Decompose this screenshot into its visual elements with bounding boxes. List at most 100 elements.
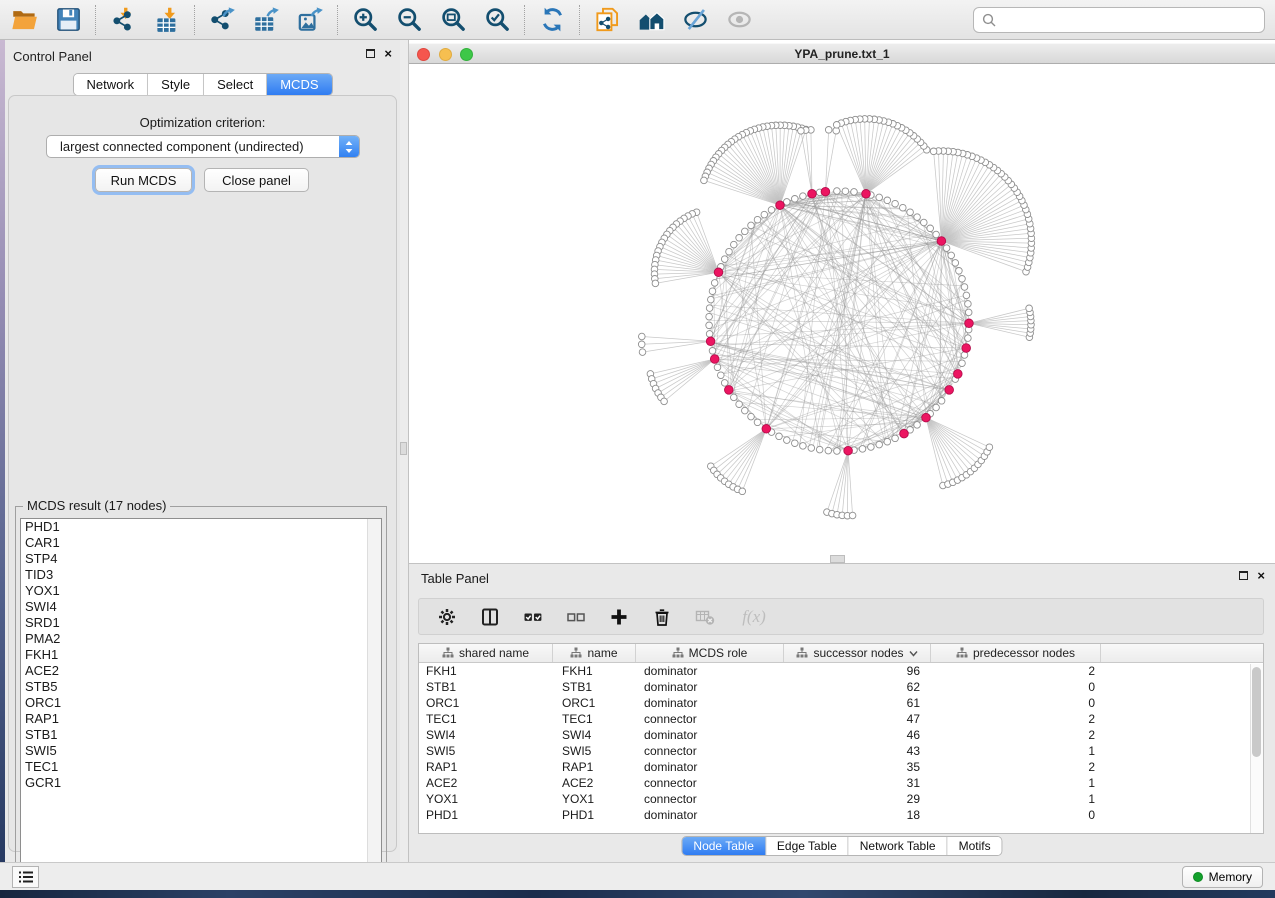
table-cell[interactable]: SWI5 [553, 744, 636, 758]
graph-node[interactable] [834, 448, 841, 455]
table-row[interactable]: ORC1ORC1dominator610 [419, 695, 1263, 711]
table-row[interactable]: YOX1YOX1connector291 [419, 791, 1263, 807]
unselect-all-columns-button[interactable] [564, 605, 588, 629]
optimization-criterion-select[interactable]: largest connected component (undirected) [46, 135, 360, 158]
mcds-result-item[interactable]: RAP1 [21, 711, 381, 727]
run-mcds-button[interactable]: Run MCDS [95, 168, 192, 192]
graph-node[interactable] [933, 404, 940, 411]
table-cell[interactable]: 61 [784, 696, 931, 710]
graph-node[interactable] [754, 216, 761, 223]
mcds-list-scrollbar[interactable] [367, 519, 381, 873]
table-cell[interactable]: 0 [931, 680, 1101, 694]
mcds-result-item[interactable]: STP4 [21, 551, 381, 567]
graph-node[interactable] [900, 204, 907, 211]
mcds-result-item[interactable]: TID3 [21, 567, 381, 583]
mcds-result-item[interactable]: CAR1 [21, 535, 381, 551]
table-cell[interactable]: 35 [784, 760, 931, 774]
graph-node[interactable] [834, 188, 841, 195]
table-row[interactable]: SWI5SWI5connector431 [419, 743, 1263, 759]
table-cell[interactable]: 2 [931, 760, 1101, 774]
table-cell[interactable]: 1 [931, 744, 1101, 758]
table-cell[interactable]: 46 [784, 728, 931, 742]
tab-mcds[interactable]: MCDS [267, 74, 331, 95]
horizontal-splitter-handle[interactable] [830, 555, 845, 563]
table-cell[interactable]: SWI4 [553, 728, 636, 742]
graph-node[interactable] [714, 364, 721, 371]
table-cell[interactable]: PHD1 [419, 808, 553, 822]
table-cell[interactable]: 43 [784, 744, 931, 758]
graph-node[interactable] [933, 231, 940, 238]
close-panel-icon[interactable]: × [384, 49, 392, 58]
graph-leaf-node[interactable] [849, 512, 856, 519]
graph-node[interactable] [816, 446, 823, 453]
float-table-panel-icon[interactable] [1239, 571, 1248, 580]
graph-node[interactable] [927, 225, 934, 232]
graph-node[interactable] [776, 433, 783, 440]
show-task-history-button[interactable] [12, 866, 39, 888]
graph-node[interactable] [959, 276, 966, 283]
graph-node[interactable] [884, 438, 891, 445]
column-header-MCDS-role[interactable]: MCDS role [636, 644, 784, 662]
graph-node[interactable] [948, 252, 955, 259]
graph-node[interactable] [718, 372, 725, 379]
import-network-button[interactable] [105, 3, 141, 37]
graph-node[interactable] [761, 211, 768, 218]
graph-node[interactable] [825, 447, 832, 454]
table-cell[interactable]: STB1 [419, 680, 553, 694]
graph-node[interactable] [742, 228, 749, 235]
mcds-result-item[interactable]: ORC1 [21, 695, 381, 711]
graph-hub-node[interactable] [954, 370, 963, 379]
graph-node[interactable] [754, 419, 761, 426]
table-cell[interactable]: ORC1 [553, 696, 636, 710]
graph-node[interactable] [706, 331, 713, 338]
tab-edge-table[interactable]: Edge Table [766, 837, 849, 855]
columns-selector-button[interactable] [478, 605, 502, 629]
column-header-predecessor-nodes[interactable]: predecessor nodes [931, 644, 1101, 662]
network-canvas[interactable] [409, 65, 1275, 563]
clone-network-button[interactable] [589, 3, 625, 37]
table-cell[interactable]: 96 [784, 664, 931, 678]
graph-node[interactable] [876, 194, 883, 201]
table-cell[interactable]: YOX1 [553, 792, 636, 806]
tab-select[interactable]: Select [204, 74, 267, 95]
table-cell[interactable]: dominator [636, 808, 784, 822]
table-cell[interactable]: dominator [636, 664, 784, 678]
mcds-result-item[interactable]: GCR1 [21, 775, 381, 791]
graph-node[interactable] [921, 219, 928, 226]
graph-leaf-node[interactable] [661, 398, 668, 405]
table-scrollbar[interactable] [1250, 664, 1263, 833]
show-graphics-details-button[interactable] [721, 3, 757, 37]
graph-node[interactable] [736, 235, 743, 242]
graph-node[interactable] [842, 188, 849, 195]
graph-node[interactable] [800, 193, 807, 200]
tab-network[interactable]: Network [73, 74, 148, 95]
table-row[interactable]: TEC1TEC1connector472 [419, 711, 1263, 727]
graph-hub-node[interactable] [962, 344, 971, 353]
graph-node[interactable] [961, 284, 968, 291]
export-network-button[interactable] [204, 3, 240, 37]
close-table-panel-icon[interactable]: × [1257, 571, 1265, 580]
vertical-splitter-handle[interactable] [400, 442, 407, 455]
table-cell[interactable]: 2 [931, 712, 1101, 726]
graph-hub-node[interactable] [945, 386, 954, 395]
mcds-result-item[interactable]: TEC1 [21, 759, 381, 775]
window-maximize-button[interactable] [460, 48, 473, 61]
graph-node[interactable] [868, 444, 875, 451]
table-cell[interactable]: TEC1 [419, 712, 553, 726]
zoom-selected-button[interactable] [479, 3, 515, 37]
export-image-button[interactable] [292, 3, 328, 37]
zoom-fit-button[interactable] [435, 3, 471, 37]
graph-node[interactable] [956, 268, 963, 275]
graph-hub-node[interactable] [844, 446, 853, 455]
tab-node-table[interactable]: Node Table [682, 837, 766, 855]
graph-node[interactable] [736, 401, 743, 408]
mcds-result-item[interactable]: PHD1 [21, 519, 381, 535]
table-cell[interactable]: connector [636, 712, 784, 726]
graph-node[interactable] [914, 422, 921, 429]
graph-node[interactable] [784, 437, 791, 444]
mcds-result-item[interactable]: SWI4 [21, 599, 381, 615]
network-overview-button[interactable] [633, 3, 669, 37]
column-header-name[interactable]: name [553, 644, 636, 662]
table-row[interactable]: PHD1PHD1dominator180 [419, 807, 1263, 823]
graph-hub-node[interactable] [808, 190, 817, 199]
